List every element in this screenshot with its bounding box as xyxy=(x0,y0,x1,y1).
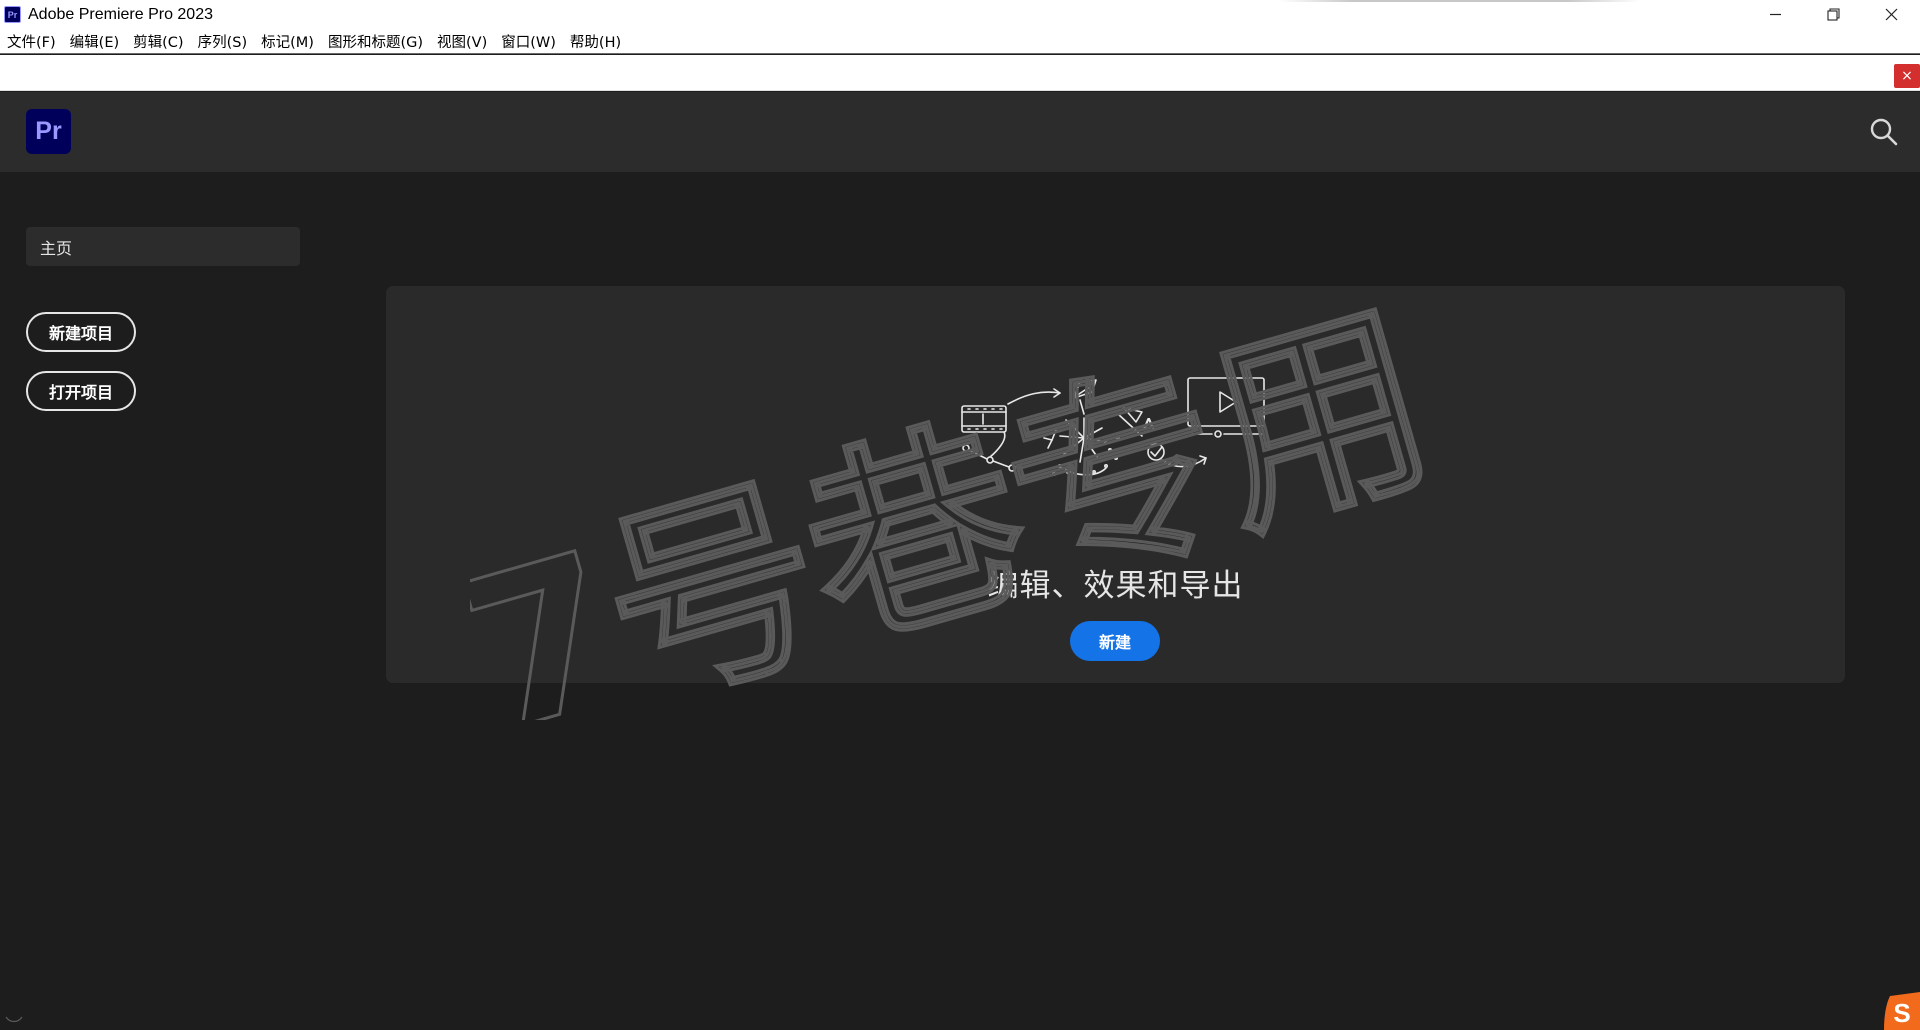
sidebar-item-label: 主页 xyxy=(40,238,73,258)
svg-text:S: S xyxy=(1893,998,1910,1028)
corner-mark-icon xyxy=(5,1016,23,1023)
menu-file[interactable]: 文件(F) xyxy=(7,31,56,52)
card-new-button[interactable]: 新建 xyxy=(1070,621,1160,661)
menu-help[interactable]: 帮助(H) xyxy=(570,31,621,52)
search-icon[interactable] xyxy=(1868,116,1900,148)
minimize-icon xyxy=(1769,13,1781,16)
menu-markers[interactable]: 标记(M) xyxy=(261,31,314,52)
sogou-ime-icon[interactable]: S xyxy=(1880,990,1920,1030)
new-project-button[interactable]: 新建项目 xyxy=(26,312,136,352)
open-project-button[interactable]: 打开项目 xyxy=(26,371,136,411)
menu-clip[interactable]: 剪辑(C) xyxy=(133,31,183,52)
app-header: Pr xyxy=(0,92,1920,172)
close-window-button[interactable] xyxy=(1862,0,1920,29)
welcome-card: A 编辑、效果和导出 新建 xyxy=(386,286,1845,683)
sidebar-item-home[interactable]: 主页 xyxy=(26,227,300,266)
menu-view[interactable]: 视图(V) xyxy=(437,31,487,52)
menu-sequence[interactable]: 序列(S) xyxy=(198,31,248,52)
premiere-logo: Pr xyxy=(26,109,71,154)
menu-edit[interactable]: 编辑(E) xyxy=(70,31,119,52)
menu-bar: 文件(F) 编辑(E) 剪辑(C) 序列(S) 标记(M) 图形和标题(G) 视… xyxy=(0,29,1920,54)
minimize-button[interactable] xyxy=(1746,0,1804,29)
window-controls xyxy=(1746,0,1920,29)
restore-button[interactable] xyxy=(1804,0,1862,29)
strip-close-button[interactable]: × xyxy=(1894,64,1920,88)
menu-graphics[interactable]: 图形和标题(G) xyxy=(328,31,423,52)
card-title: 编辑、效果和导出 xyxy=(987,568,1244,604)
title-bar-shadow xyxy=(1280,0,1640,2)
edit-effects-export-illustration-icon: A xyxy=(961,377,1265,477)
svg-text:A: A xyxy=(1144,415,1154,431)
title-bar: Pr Adobe Premiere Pro 2023 xyxy=(0,0,1920,29)
menu-window[interactable]: 窗口(W) xyxy=(501,31,556,52)
close-icon xyxy=(1885,8,1897,21)
notification-strip: × xyxy=(0,55,1920,91)
app-icon: Pr xyxy=(4,6,21,23)
restore-icon xyxy=(1826,8,1840,21)
window-title: Adobe Premiere Pro 2023 xyxy=(28,5,213,23)
